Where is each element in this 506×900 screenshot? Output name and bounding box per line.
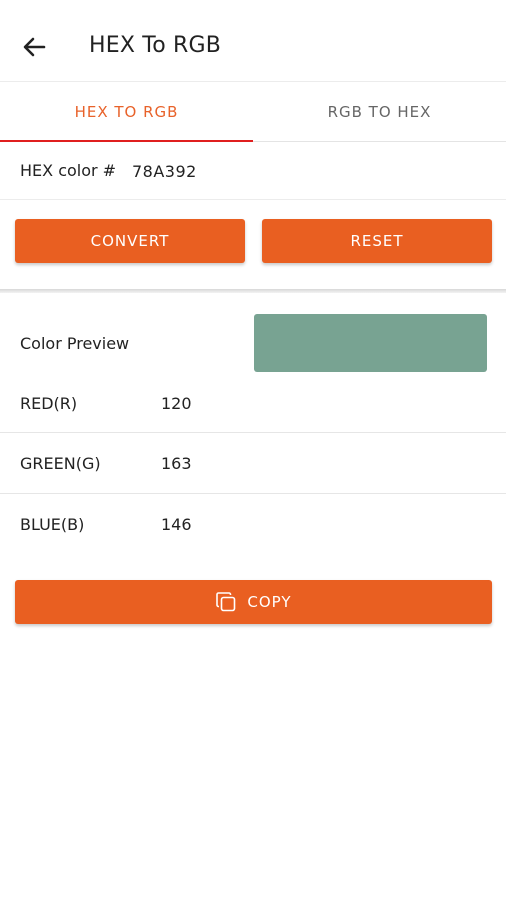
rgb-row-green: GREEN(G) 163: [0, 433, 506, 494]
convert-button[interactable]: CONVERT: [15, 219, 245, 263]
color-preview-swatch: [254, 314, 487, 372]
back-button[interactable]: [18, 31, 50, 63]
red-label: RED(R): [20, 394, 78, 413]
reset-button[interactable]: RESET: [262, 219, 492, 263]
hex-label: HEX color #: [20, 161, 117, 180]
red-value: 120: [161, 394, 192, 413]
tab-bar: HEX TO RGB RGB TO HEX: [0, 82, 506, 142]
color-preview-label: Color Preview: [20, 334, 130, 353]
green-label: GREEN(G): [20, 454, 101, 473]
rgb-row-blue: BLUE(B) 146: [0, 494, 506, 555]
blue-label: BLUE(B): [20, 515, 85, 534]
tab-hex-to-rgb[interactable]: HEX TO RGB: [0, 82, 253, 142]
blue-value: 146: [161, 515, 192, 534]
hex-input[interactable]: [132, 156, 472, 186]
section-divider: [0, 289, 506, 293]
hex-input-row: HEX color #: [0, 142, 506, 200]
tab-rgb-to-hex[interactable]: RGB TO HEX: [253, 82, 506, 142]
arrow-left-icon: [23, 37, 46, 57]
copy-button[interactable]: COPY: [15, 580, 492, 624]
rgb-row-red: RED(R) 120: [0, 372, 506, 433]
app-bar: HEX To RGB: [0, 0, 506, 82]
copy-label: COPY: [247, 593, 292, 611]
copy-icon: [215, 591, 237, 613]
green-value: 163: [161, 454, 192, 473]
page-title: HEX To RGB: [89, 33, 222, 58]
